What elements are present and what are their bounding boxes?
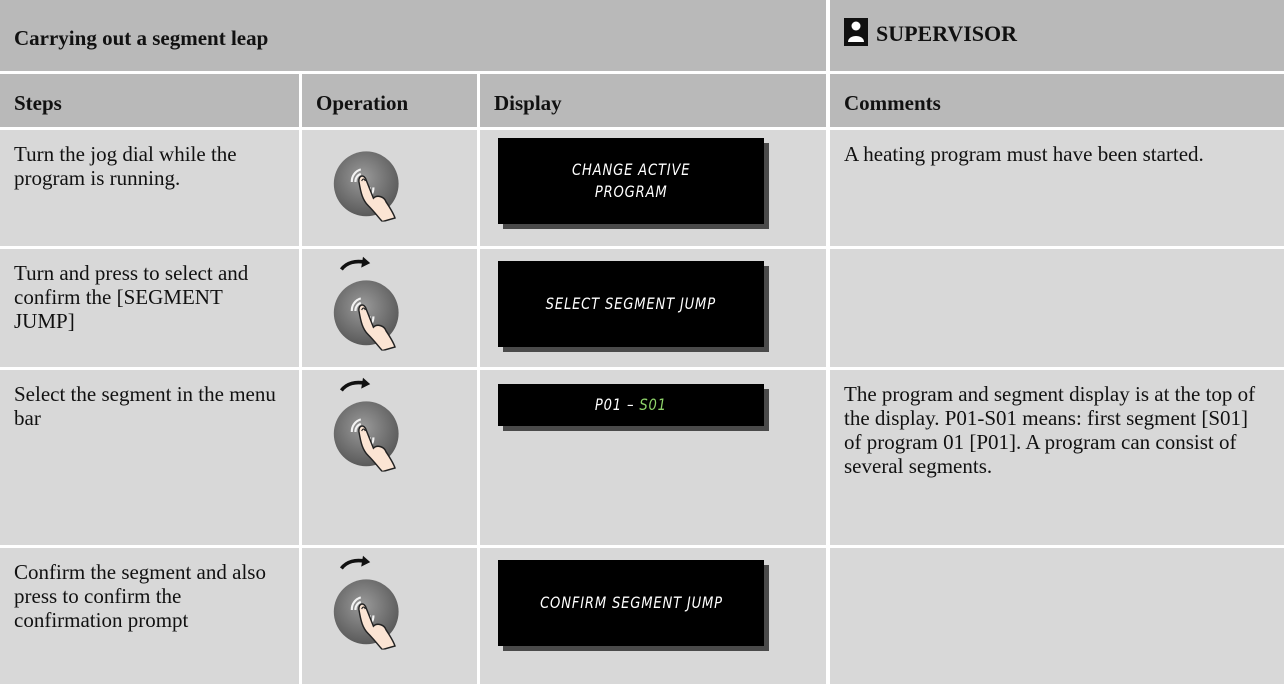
table-row-2-operation [302, 249, 477, 367]
table-row-3-operation [302, 370, 477, 545]
table-row-3-comment: The program and segment display is at th… [830, 370, 1284, 545]
lcd-text: SELECT SEGMENT JUMP [545, 294, 717, 313]
table-row-2-step: Turn and press to select and confirm the… [0, 249, 299, 367]
jog-dial-press-icon [332, 142, 404, 222]
table-row-1-operation [302, 130, 477, 246]
lcd-segment-label: S01 [639, 395, 667, 414]
lcd-text: CHANGE ACTIVE PROGRAM [571, 160, 691, 201]
column-header-label: Display [494, 91, 562, 115]
column-header-label: Operation [316, 91, 409, 115]
step-text: Turn and press to select and confirm the… [14, 261, 249, 333]
table-row-1-display: CHANGE ACTIVE PROGRAM [480, 130, 826, 246]
jog-dial-turn-press-icon [332, 271, 404, 351]
table-row-1-step: Turn the jog dial while the program is r… [0, 130, 299, 246]
comment-text: A heating program must have been started… [844, 142, 1204, 166]
table-row-4-operation [302, 548, 477, 684]
lcd-text: P01 – S01 [595, 394, 667, 416]
table-row-4-comment [830, 548, 1284, 684]
column-header-operation: Operation [302, 74, 477, 127]
table-title-cell: Carrying out a segment leap [0, 0, 826, 71]
table-row-4-step: Confirm the segment and also press to co… [0, 548, 299, 684]
comment-text: The program and segment display is at th… [844, 382, 1256, 478]
column-header-label: Comments [844, 91, 941, 115]
table-row-3-step: Select the segment in the menu bar [0, 370, 299, 545]
column-header-steps: Steps [0, 74, 299, 127]
lcd-program-label: P01 – [595, 395, 640, 414]
person-icon [844, 18, 868, 46]
column-header-comments: Comments [830, 74, 1284, 127]
table-row-1-comment: A heating program must have been started… [830, 130, 1284, 246]
role-label: SUPERVISOR [876, 21, 1018, 46]
table-row-3-display: P01 – S01 [480, 370, 826, 545]
step-text: Select the segment in the menu bar [14, 382, 276, 430]
lcd-display: CONFIRM SEGMENT JUMP [498, 560, 764, 646]
lcd-display: CHANGE ACTIVE PROGRAM [498, 138, 764, 224]
column-header-label: Steps [14, 91, 62, 115]
table-title: Carrying out a segment leap [14, 26, 269, 50]
table-row-2-comment [830, 249, 1284, 367]
table-row-4-display: CONFIRM SEGMENT JUMP [480, 548, 826, 684]
table-row-2-display: SELECT SEGMENT JUMP [480, 249, 826, 367]
step-text: Confirm the segment and also press to co… [14, 560, 266, 632]
role-cell: SUPERVISOR [830, 0, 1284, 71]
lcd-display: SELECT SEGMENT JUMP [498, 261, 764, 347]
lcd-text: CONFIRM SEGMENT JUMP [539, 593, 723, 612]
step-text: Turn the jog dial while the program is r… [14, 142, 237, 190]
lcd-display: P01 – S01 [498, 384, 764, 426]
jog-dial-turn-press-icon [332, 392, 404, 472]
jog-dial-turn-press-icon [332, 570, 404, 650]
column-header-display: Display [480, 74, 826, 127]
